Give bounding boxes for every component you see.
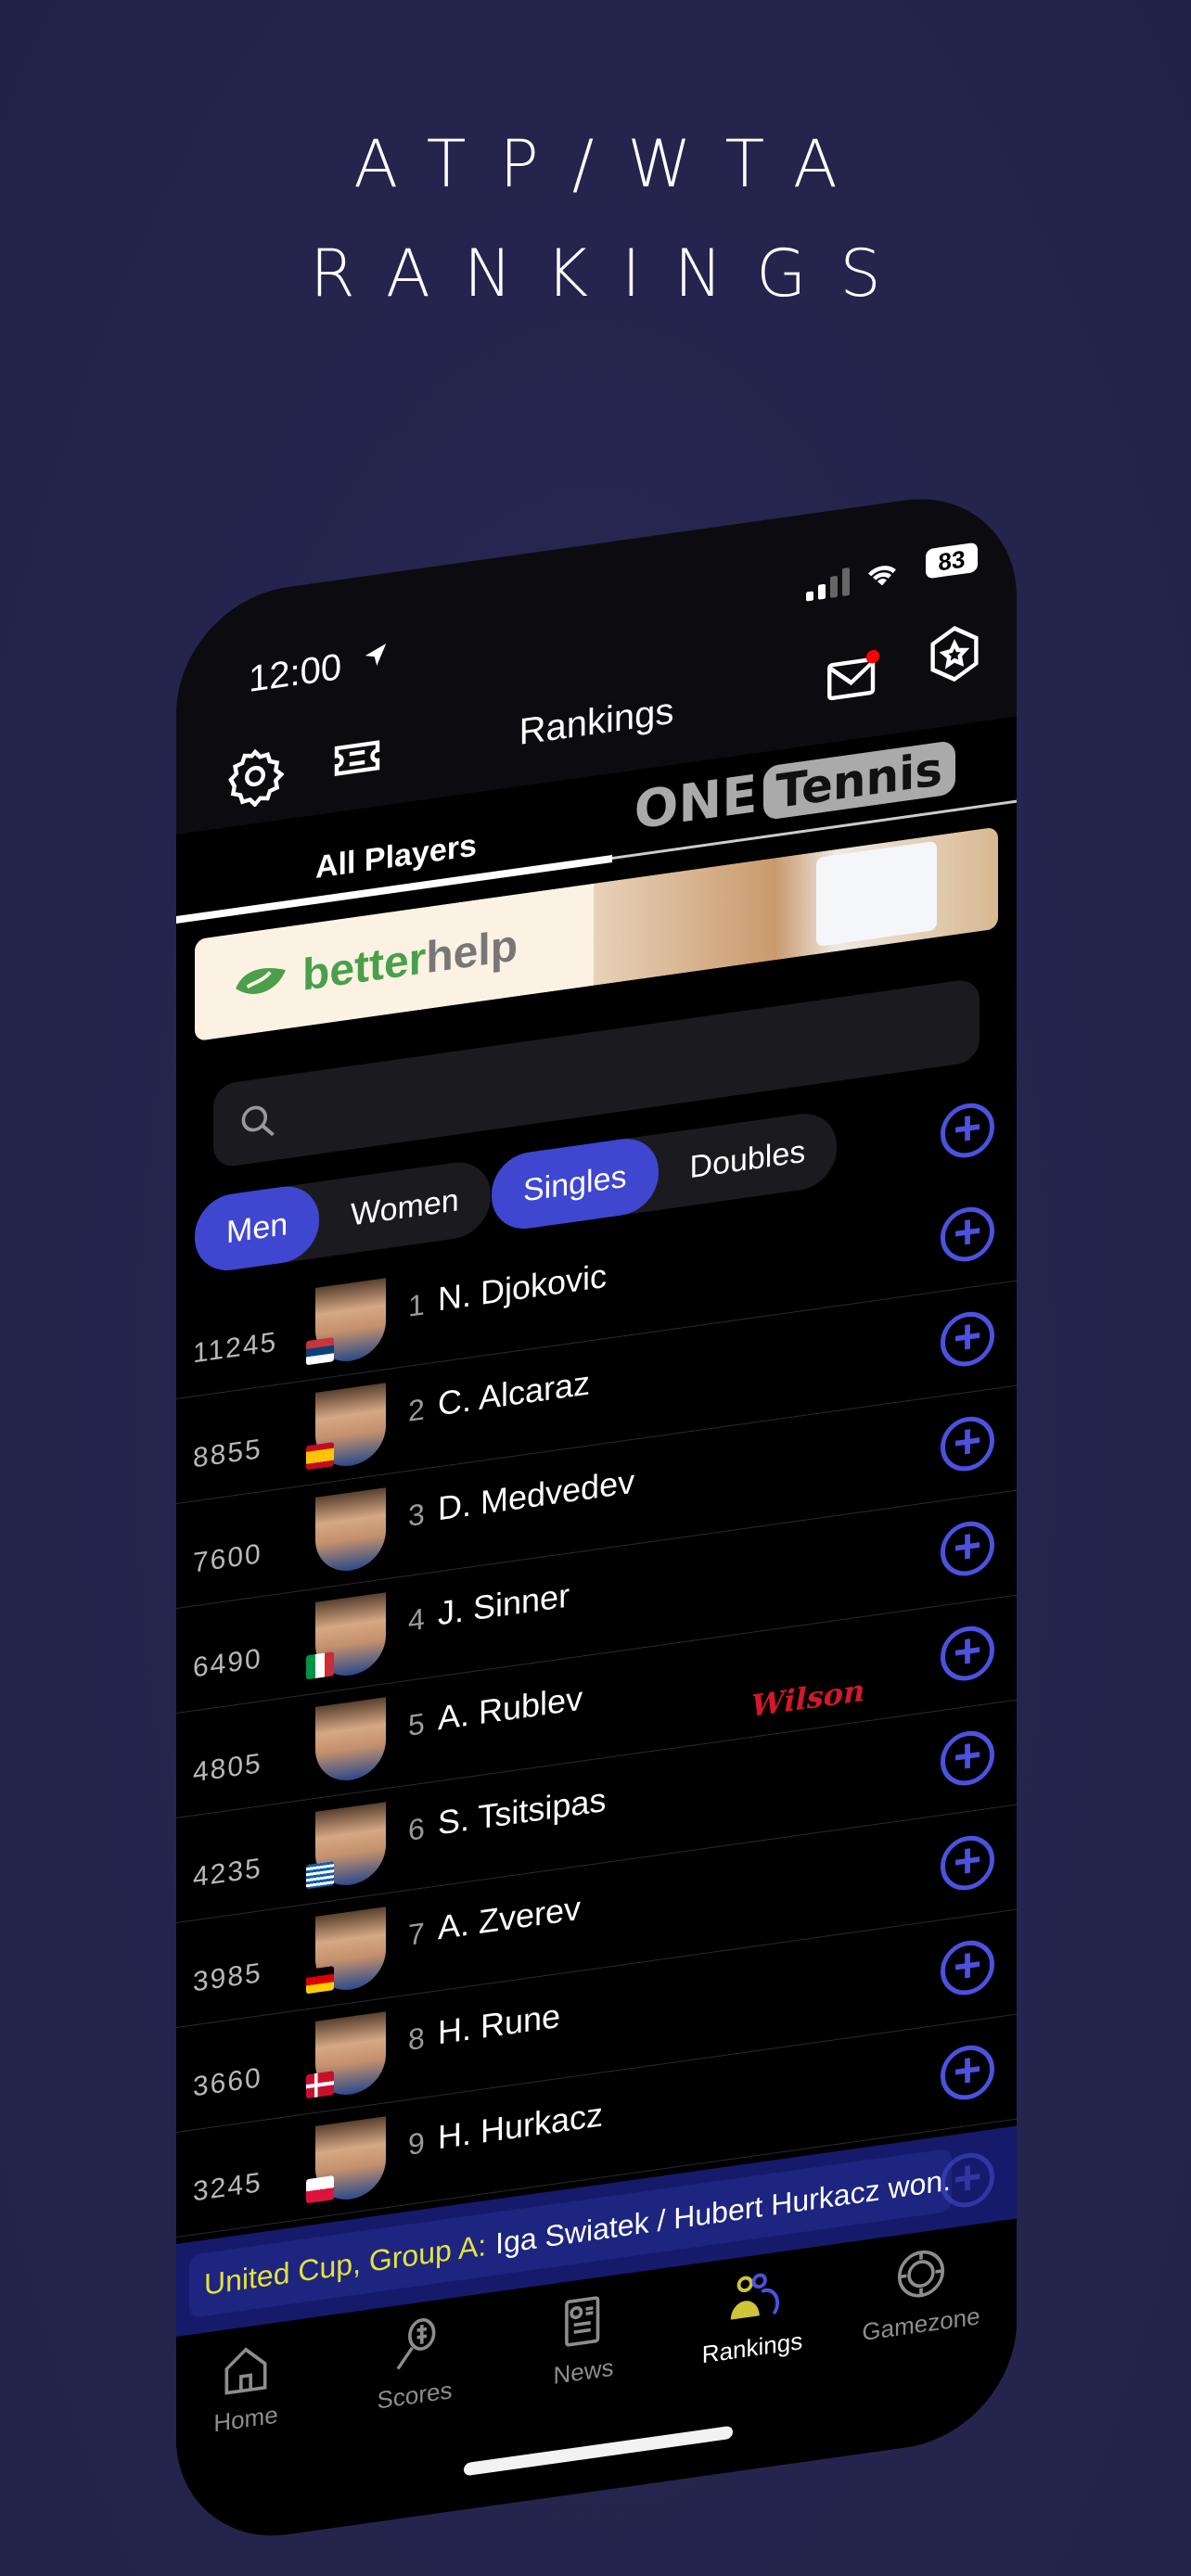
tab-home[interactable]: Home xyxy=(176,2330,315,2443)
favorites-star-icon[interactable] xyxy=(924,618,985,688)
player-name[interactable]: D. Medvedev xyxy=(438,1462,634,1529)
add-favorite-button[interactable]: + xyxy=(941,1308,994,1371)
ad-phone-graphic xyxy=(816,840,937,948)
chip-icon xyxy=(897,2250,945,2298)
player-points: 3985 xyxy=(193,1957,263,1998)
tab-gamezone[interactable]: Gamezone xyxy=(852,2236,991,2349)
rankings-list: 11245 1 N. Djokovic + 8855 2 C. Alcaraz … xyxy=(176,1176,1017,2238)
player-name[interactable]: N. Djokovic xyxy=(438,1256,607,1320)
search-icon xyxy=(241,1105,275,1137)
promo-headline: ATP/WTA RANKINGS xyxy=(0,109,1191,328)
filter-doubles[interactable]: Doubles xyxy=(659,1109,838,1210)
filter-women[interactable]: Women xyxy=(319,1157,491,1257)
add-favorite-button[interactable]: + xyxy=(941,1413,994,1475)
ticker-label: United Cup, Group A: xyxy=(204,2227,487,2302)
player-name[interactable]: H. Hurkacz xyxy=(438,2095,603,2157)
logo-one: ONE xyxy=(634,763,758,842)
player-rank: 7 xyxy=(408,1916,425,1952)
status-time: 12:00 xyxy=(249,645,342,701)
betterhelp-leaf-icon xyxy=(236,968,286,994)
phone-screen: 12:00 83 Rankings All Players ONE Tennis… xyxy=(176,484,1017,2551)
tab-rankings[interactable]: Rankings xyxy=(683,2259,822,2372)
player-points: 6490 xyxy=(193,1642,263,1684)
headline-line2: RANKINGS xyxy=(310,236,915,312)
tab-scores[interactable]: Scores xyxy=(345,2306,484,2419)
player-points: 4235 xyxy=(193,1852,263,1894)
player-rank: 5 xyxy=(408,1706,425,1742)
mail-icon[interactable] xyxy=(822,643,883,712)
newspaper-icon xyxy=(565,2296,600,2347)
flag-greece-icon xyxy=(306,1861,334,1890)
logo-tennis: Tennis xyxy=(762,739,955,821)
tab-rankings-label: Rankings xyxy=(701,2327,803,2369)
player-rank: 1 xyxy=(408,1287,425,1323)
headline-line1: ATP/WTA xyxy=(353,126,871,202)
player-name[interactable]: H. Rune xyxy=(438,1996,560,2053)
wifi-icon xyxy=(868,566,896,586)
player-rank: 3 xyxy=(408,1497,425,1533)
player-rank: 8 xyxy=(408,2021,425,2057)
tab-gamezone-label: Gamezone xyxy=(862,2302,980,2347)
signal-icon xyxy=(806,566,850,602)
battery-indicator: 83 xyxy=(926,542,978,580)
tab-scores-label: Scores xyxy=(377,2376,453,2415)
player-points: 3660 xyxy=(193,2061,263,2103)
player-points: 3245 xyxy=(193,2166,263,2208)
player-rank: 9 xyxy=(408,2125,425,2162)
player-rank: 4 xyxy=(408,1601,425,1638)
add-favorite-button[interactable]: + xyxy=(941,1728,994,1790)
player-name[interactable]: A. Rublev xyxy=(438,1678,583,1738)
player-name[interactable]: A. Zverev xyxy=(438,1889,581,1948)
player-points: 11245 xyxy=(193,1326,278,1370)
ad-brand-part1: better xyxy=(302,933,427,1001)
ad-brand-part2: help xyxy=(426,920,519,983)
add-favorite-button[interactable]: + xyxy=(941,1100,994,1162)
add-favorite-button[interactable]: + xyxy=(941,2042,994,2104)
player-points: 7600 xyxy=(193,1537,263,1579)
home-icon xyxy=(224,2347,267,2395)
flag-serbia-icon xyxy=(306,1337,334,1366)
flag-spain-icon xyxy=(306,1442,334,1471)
player-rank: 6 xyxy=(408,1811,425,1847)
player-points: 8855 xyxy=(193,1433,263,1474)
player-name[interactable]: J. Sinner xyxy=(438,1575,570,1633)
player-rank: 2 xyxy=(408,1392,425,1428)
tab-news[interactable]: News xyxy=(514,2283,653,2396)
filter-singles[interactable]: Singles xyxy=(492,1133,659,1234)
player-name[interactable]: S. Tsitsipas xyxy=(438,1780,606,1843)
player-avatar xyxy=(315,1697,386,1785)
add-favorite-button[interactable]: + xyxy=(941,1204,994,1266)
phone-mockup: 12:00 83 Rankings All Players ONE Tennis… xyxy=(176,364,1017,2551)
flag-denmark-icon xyxy=(306,2071,334,2099)
add-favorite-button[interactable]: + xyxy=(941,1937,994,1999)
add-favorite-button[interactable]: + xyxy=(941,1832,994,1894)
add-favorite-button[interactable]: + xyxy=(941,1623,994,1685)
add-favorite-button[interactable]: + xyxy=(941,1518,994,1580)
player-avatar xyxy=(315,1487,386,1575)
filter-men[interactable]: Men xyxy=(195,1181,320,1276)
flag-germany-icon xyxy=(306,1966,334,1995)
location-arrow-icon xyxy=(365,643,387,666)
rankings-content: better help Men Women Singles Doubles + 1… xyxy=(176,809,1017,2551)
racket-icon xyxy=(396,2318,436,2370)
home-indicator[interactable] xyxy=(464,2425,733,2477)
people-icon xyxy=(730,2273,780,2320)
flag-poland-icon xyxy=(306,2175,334,2204)
tab-news-label: News xyxy=(553,2353,614,2390)
sponsor-logo[interactable]: Wilson xyxy=(751,1673,864,1724)
player-points: 4805 xyxy=(193,1747,263,1789)
flag-italy-icon xyxy=(306,1651,334,1680)
player-name[interactable]: C. Alcaraz xyxy=(438,1363,590,1423)
tab-home-label: Home xyxy=(213,2400,278,2438)
